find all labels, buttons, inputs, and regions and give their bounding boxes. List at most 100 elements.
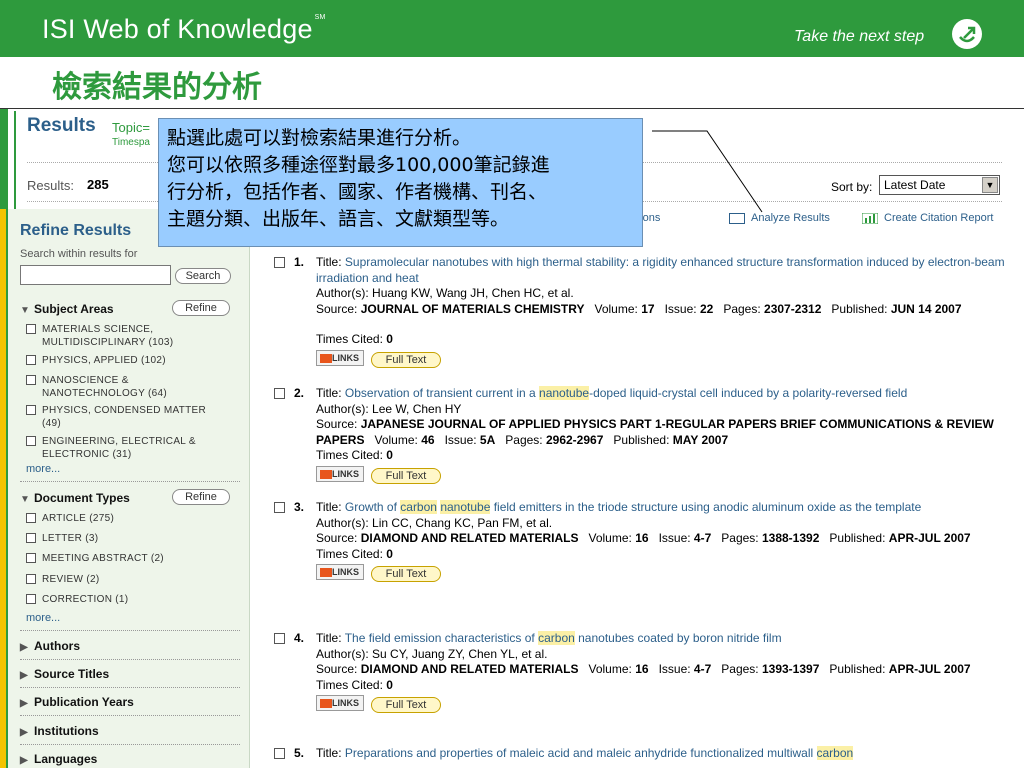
divider: [20, 659, 240, 660]
checkbox[interactable]: [26, 355, 36, 365]
record-number: 4.: [294, 631, 305, 645]
record-number: 2.: [294, 386, 305, 400]
search-within-label: Search within results for: [20, 248, 138, 260]
record-title-link[interactable]: Growth of carbon nanotube field emitters…: [345, 500, 921, 514]
slide-title: 檢索結果的分析: [52, 70, 262, 105]
subject-areas-header[interactable]: ▼ Subject Areas: [20, 302, 114, 316]
full-text-button[interactable]: Full Text: [371, 697, 441, 713]
record-authors: Lee W, Chen HY: [372, 401, 462, 416]
record-number: 5.: [294, 746, 305, 760]
publication-years-header[interactable]: ▶ Publication Years: [20, 695, 134, 709]
results-heading: Results: [27, 115, 96, 136]
document-types-header[interactable]: ▼ Document Types: [20, 491, 130, 505]
subject-more-link[interactable]: more...: [26, 463, 60, 475]
links-button[interactable]: LINKS: [316, 349, 364, 366]
record-title-link[interactable]: Supramolecular nanotubes with high therm…: [316, 255, 1005, 285]
facet-doctype-item[interactable]: ARTICLE (275): [26, 512, 236, 525]
bar-chart-icon: [861, 212, 879, 225]
chevron-down-icon[interactable]: ▼: [982, 177, 998, 193]
record-number: 3.: [294, 500, 305, 514]
refine-title: Refine Results: [20, 222, 132, 239]
triangle-right-icon: ▶: [20, 698, 28, 709]
institutions-header[interactable]: ▶ Institutions: [20, 724, 99, 738]
checkbox[interactable]: [26, 324, 36, 334]
facet-subject-item[interactable]: NANOSCIENCE & NANOTECHNOLOGY (64): [26, 374, 236, 400]
checkbox[interactable]: [26, 594, 36, 604]
checkbox[interactable]: [26, 375, 36, 385]
checkbox[interactable]: [26, 574, 36, 584]
divider: [20, 687, 240, 688]
brand-logo: ISI Web of Knowledge SM: [42, 14, 326, 44]
refine-doctype-button[interactable]: Refine: [172, 489, 230, 505]
analyze-results-link[interactable]: Analyze Results: [729, 212, 830, 224]
record-item: 3. Title: Growth of carbon nanotube fiel…: [274, 500, 1009, 584]
full-text-button[interactable]: Full Text: [371, 351, 441, 368]
topic-query: Topic=: [112, 120, 150, 135]
record-item: 5. Title: Preparations and properties of…: [274, 746, 1009, 762]
authors-header[interactable]: ▶ Authors: [20, 639, 80, 653]
facet-subject-item[interactable]: PHYSICS, APPLIED (102): [26, 354, 236, 367]
record-title-link[interactable]: The field emission characteristics of ca…: [345, 631, 782, 645]
record-checkbox[interactable]: [274, 502, 285, 513]
full-text-button[interactable]: Full Text: [371, 467, 441, 484]
record-item: 4. Title: The field emission characteris…: [274, 631, 1009, 715]
tagline: Take the next step: [794, 28, 925, 45]
arrow-right-icon: [320, 469, 332, 479]
record-checkbox[interactable]: [274, 388, 285, 399]
frame-yellow-bar: [0, 209, 6, 768]
record-checkbox[interactable]: [274, 257, 285, 268]
results-count: 285: [87, 177, 109, 192]
record-number: 1.: [294, 255, 305, 269]
checkbox[interactable]: [26, 553, 36, 563]
facet-subject-item[interactable]: MATERIALS SCIENCE, MULTIDISCIPLINARY (103…: [26, 323, 236, 349]
timespan-query: Timespa: [112, 137, 150, 148]
record-authors: Su CY, Juang ZY, Chen YL, et al.: [372, 646, 548, 661]
record-authors: Lin CC, Chang KC, Pan FM, et al.: [372, 515, 553, 530]
links-button[interactable]: LINKS: [316, 564, 364, 580]
record-title-link[interactable]: Preparations and properties of maleic ac…: [345, 746, 854, 760]
source-titles-header[interactable]: ▶ Source Titles: [20, 667, 109, 681]
record-checkbox[interactable]: [274, 748, 285, 759]
arrow-circle-icon: [952, 19, 982, 49]
triangle-right-icon: ▶: [20, 727, 28, 738]
record-item: 2. Title: Observation of transient curre…: [274, 386, 1009, 486]
links-button[interactable]: LINKS: [316, 465, 364, 482]
checkbox[interactable]: [26, 405, 36, 415]
annotation-callout: 點選此處可以對檢索結果進行分析。 您可以依照多種途徑對最多100,000筆記錄進…: [158, 118, 643, 247]
facet-doctype-item[interactable]: REVIEW (2): [26, 573, 236, 586]
doctype-more-link[interactable]: more...: [26, 612, 60, 624]
results-count-label: Results:: [27, 178, 74, 193]
checkbox[interactable]: [26, 513, 36, 523]
facet-doctype-item[interactable]: MEETING ABSTRACT (2): [26, 552, 236, 565]
record-title-link[interactable]: Observation of transient current in a na…: [345, 386, 907, 400]
record-item: 1. Title: Supramolecular nanotubes with …: [274, 255, 1009, 370]
refine-subject-button[interactable]: Refine: [172, 300, 230, 316]
triangle-right-icon: ▶: [20, 755, 28, 766]
refine-sidebar: Refine Results Search within results for…: [8, 209, 250, 768]
triangle-down-icon: ▼: [20, 305, 30, 316]
triangle-right-icon: ▶: [20, 642, 28, 653]
divider: [20, 630, 240, 631]
arrow-right-icon: [320, 699, 332, 708]
full-text-button[interactable]: Full Text: [371, 566, 441, 582]
facet-doctype-item[interactable]: CORRECTION (1): [26, 593, 236, 606]
languages-header[interactable]: ▶ Languages: [20, 752, 97, 766]
frame-inner-line: [14, 111, 16, 209]
create-citation-report-link[interactable]: Create Citation Report: [861, 212, 993, 225]
sort-by-label: Sort by:: [831, 180, 873, 194]
search-within-input[interactable]: [20, 265, 171, 285]
record-checkbox[interactable]: [274, 633, 285, 644]
analyze-icon: [729, 212, 745, 224]
facet-doctype-item[interactable]: LETTER (3): [26, 532, 236, 545]
facet-subject-item[interactable]: PHYSICS, CONDENSED MATTER (49): [26, 404, 236, 430]
checkbox[interactable]: [26, 533, 36, 543]
search-button[interactable]: Search: [175, 268, 231, 284]
arrow-right-icon: [320, 568, 332, 577]
divider: [20, 481, 240, 482]
top-banner: ISI Web of Knowledge SM Take the next ste…: [0, 0, 1024, 57]
links-button[interactable]: LINKS: [316, 695, 364, 711]
sort-by-select[interactable]: Latest Date ▼: [879, 175, 1000, 195]
triangle-down-icon: ▼: [20, 494, 30, 505]
checkbox[interactable]: [26, 436, 36, 446]
facet-subject-item[interactable]: ENGINEERING, ELECTRICAL & ELECTRONIC (31): [26, 435, 236, 461]
